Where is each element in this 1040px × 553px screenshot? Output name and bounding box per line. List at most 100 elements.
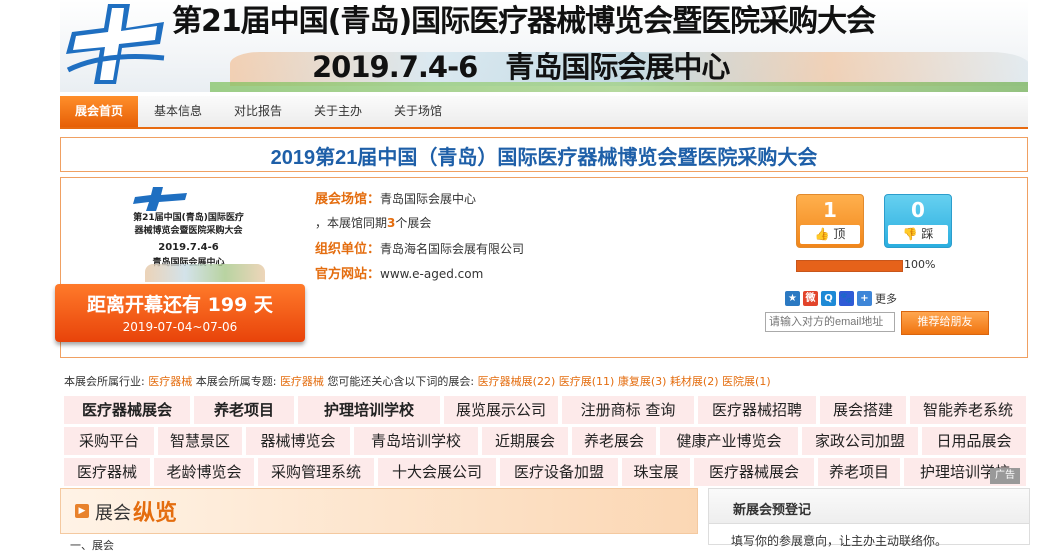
nav-item-home[interactable]: 展会首页 xyxy=(60,96,138,127)
new-expo-title: 新展会预登记 xyxy=(733,503,812,518)
ad-keyword-link[interactable]: 老龄博览会 xyxy=(154,458,254,486)
industry-link[interactable]: 医疗器械 xyxy=(148,375,192,388)
same-period-row: ，本展馆同期3个展会 xyxy=(315,214,431,231)
ad-keyword-link[interactable]: 护理培训学校 xyxy=(298,396,440,424)
ad-badge[interactable]: 广告 xyxy=(990,468,1020,484)
related-link[interactable]: 耗材展(2) xyxy=(670,375,719,388)
related-link[interactable]: 医院展(1) xyxy=(722,375,771,388)
overview-subheading: 一、展会 xyxy=(70,539,114,552)
venue-value[interactable]: 青岛国际会展中心 xyxy=(380,192,476,206)
ad-keyword-link[interactable]: 展览展示公司 xyxy=(444,396,558,424)
ad-keyword-link[interactable]: 养老项目 xyxy=(194,396,294,424)
nav-item-compare-report[interactable]: 对比报告 xyxy=(234,96,282,127)
vote-down-label-box: 👎 踩 xyxy=(888,225,948,244)
vote-up-button[interactable]: 1 👍 顶 xyxy=(796,194,864,248)
vote-progress-bar xyxy=(796,260,903,272)
overview-header: ▶ 展会 纵览 xyxy=(60,488,698,534)
ad-keyword-link[interactable]: 展会搭建 xyxy=(820,396,906,424)
industry-line: 本展会所属行业: 医疗器械 本展会所属专题: 医疗器械 您可能还关心含以下词的展… xyxy=(64,373,771,389)
email-input[interactable] xyxy=(765,312,895,332)
vote-down-count: 0 xyxy=(911,198,925,222)
ad-keyword-link[interactable]: 智慧景区 xyxy=(158,427,242,455)
more-plus-icon[interactable]: + xyxy=(857,291,872,306)
overview-title-part1: 展会 xyxy=(95,503,131,524)
new-expo-header: 新展会预登记 xyxy=(709,489,1029,524)
title-bar: 2019第21届中国（青岛）国际医疗器械博览会暨医院采购大会 xyxy=(60,137,1028,172)
ad-keyword-link[interactable]: 日用品展会 xyxy=(922,427,1026,455)
venue-row: 展会场馆：青岛国际会展中心 xyxy=(315,188,476,207)
vote-up-label-box: 👍 顶 xyxy=(800,225,860,244)
banner-title: 第21届中国(青岛)国际医疗器械博览会暨医院采购大会 xyxy=(172,4,876,39)
ad-keyword-link[interactable]: 注册商标 查询 xyxy=(562,396,694,424)
ad-keyword-link[interactable]: 家政公司加盟 xyxy=(802,427,918,455)
ad-keyword-link[interactable]: 医疗器械招聘 xyxy=(698,396,816,424)
organizer-value[interactable]: 青岛海名国际会展有限公司 xyxy=(380,242,524,256)
organizer-label: 组织单位： xyxy=(315,242,381,257)
thumbnail-line-2: 器械博览会暨医院采购大会 xyxy=(134,226,243,236)
banner-date: 2019.7.4-6 青岛国际会展中心 xyxy=(312,50,730,84)
nav-item-basic-info[interactable]: 基本信息 xyxy=(154,96,202,127)
thumbs-down-icon: 👎 xyxy=(902,227,918,241)
ad-keyword-link[interactable]: 养老展会 xyxy=(572,427,656,455)
nav-item-about-organizer[interactable]: 关于主办 xyxy=(314,96,362,127)
weibo-icon[interactable]: 微 xyxy=(803,291,818,306)
overview-title-part2: 纵览 xyxy=(133,501,178,526)
ad-keyword-link[interactable]: 青岛培训学校 xyxy=(354,427,478,455)
related-link[interactable]: 康复展(3) xyxy=(618,375,667,388)
website-label: 官方网站： xyxy=(315,267,381,282)
organizer-row: 组织单位：青岛海名国际会展有限公司 xyxy=(315,238,524,257)
banner: 第21届中国(青岛)国际医疗器械博览会暨医院采购大会 2019.7.4-6 青岛… xyxy=(60,0,1028,92)
industry-text: 本展会所属行业: xyxy=(64,375,145,388)
website-link[interactable]: www.e-aged.com xyxy=(380,267,483,281)
vote-up-count: 1 xyxy=(823,198,837,222)
thumbnail-line-1: 第21届中国(青岛)国际医疗 xyxy=(133,213,244,223)
expo-info-box: 第21届中国(青岛)国际医疗 器械博览会暨医院采购大会 2019.7.4-6 青… xyxy=(55,177,1028,358)
ad-keyword-link[interactable]: 医疗设备加盟 xyxy=(500,458,618,486)
thumbnail-logo-icon xyxy=(133,187,187,211)
topic-text: 本展会所属专题: xyxy=(195,375,277,388)
countdown-dates: 2019-07-04~07-06 xyxy=(122,320,238,334)
vote-down-button[interactable]: 0 👎 踩 xyxy=(884,194,952,248)
share-bar: ★ 微 Q 🐾 + 更多 xyxy=(785,288,897,306)
same-period-suffix: 个展会 xyxy=(395,216,432,230)
ad-keyword-link[interactable]: 珠宝展 xyxy=(622,458,690,486)
website-row: 官方网站：www.e-aged.com xyxy=(315,263,483,282)
ad-keyword-link[interactable]: 医疗器械 xyxy=(64,458,150,486)
related-text: 您可能还关心含以下词的展会: xyxy=(327,375,475,388)
topic-link[interactable]: 医疗器械 xyxy=(280,375,324,388)
ad-keyword-link[interactable]: 健康产业博览会 xyxy=(660,427,798,455)
vote-up-label: 顶 xyxy=(833,227,846,241)
ad-keyword-link[interactable]: 养老项目 xyxy=(818,458,900,486)
page-title: 2019第21届中国（青岛）国际医疗器械博览会暨医院采购大会 xyxy=(270,147,818,169)
main-nav: 展会首页 基本信息 对比报告 关于主办 关于场馆 xyxy=(60,96,1028,129)
ad-keyword-link[interactable]: 医疗器械展会 xyxy=(694,458,814,486)
nav-item-about-venue[interactable]: 关于场馆 xyxy=(394,96,442,127)
countdown-banner: 距离开幕还有 199 天 2019-07-04~07-06 xyxy=(55,284,305,342)
new-expo-desc: 填写你的参展意向，让主办主动联络你。 xyxy=(731,534,948,548)
share-more-link[interactable]: 更多 xyxy=(875,293,897,306)
ad-keyword-link[interactable]: 十大会展公司 xyxy=(378,458,496,486)
tencent-weibo-icon[interactable]: Q xyxy=(821,291,836,306)
thumbs-up-icon: 👍 xyxy=(814,227,830,241)
new-expo-register-box: 新展会预登记 填写你的参展意向，让主办主动联络你。 xyxy=(708,488,1030,548)
ad-keyword-link[interactable]: 近期展会 xyxy=(482,427,568,455)
same-period-prefix: ，本展馆同期 xyxy=(315,216,388,230)
vote-down-label: 踩 xyxy=(921,227,934,241)
recommend-button[interactable]: 推荐给朋友 xyxy=(901,311,989,335)
related-link[interactable]: 医疗器械展(22) xyxy=(478,375,556,388)
ad-keyword-link[interactable]: 采购平台 xyxy=(64,427,154,455)
thumbnail-date: 2019.7.4-6 xyxy=(158,242,219,253)
related-link[interactable]: 医疗展(11) xyxy=(559,375,615,388)
venue-label: 展会场馆： xyxy=(315,192,381,207)
expo-logo-icon xyxy=(66,4,165,84)
qzone-star-icon[interactable]: ★ xyxy=(785,291,800,306)
ad-keyword-link[interactable]: 器械博览会 xyxy=(246,427,350,455)
countdown-text: 距离开幕还有 199 天 xyxy=(87,294,273,316)
thumbnail-city-art xyxy=(145,264,265,282)
expo-thumbnail[interactable]: 第21届中国(青岛)国际医疗 器械博览会暨医院采购大会 2019.7.4-6 青… xyxy=(101,184,265,284)
ad-keyword-link[interactable]: 采购管理系统 xyxy=(258,458,374,486)
ad-keyword-link[interactable]: 医疗器械展会 xyxy=(64,396,190,424)
arrow-right-icon: ▶ xyxy=(75,504,89,518)
ad-keyword-link[interactable]: 智能养老系统 xyxy=(910,396,1026,424)
baidu-paw-icon[interactable]: 🐾 xyxy=(839,291,854,306)
